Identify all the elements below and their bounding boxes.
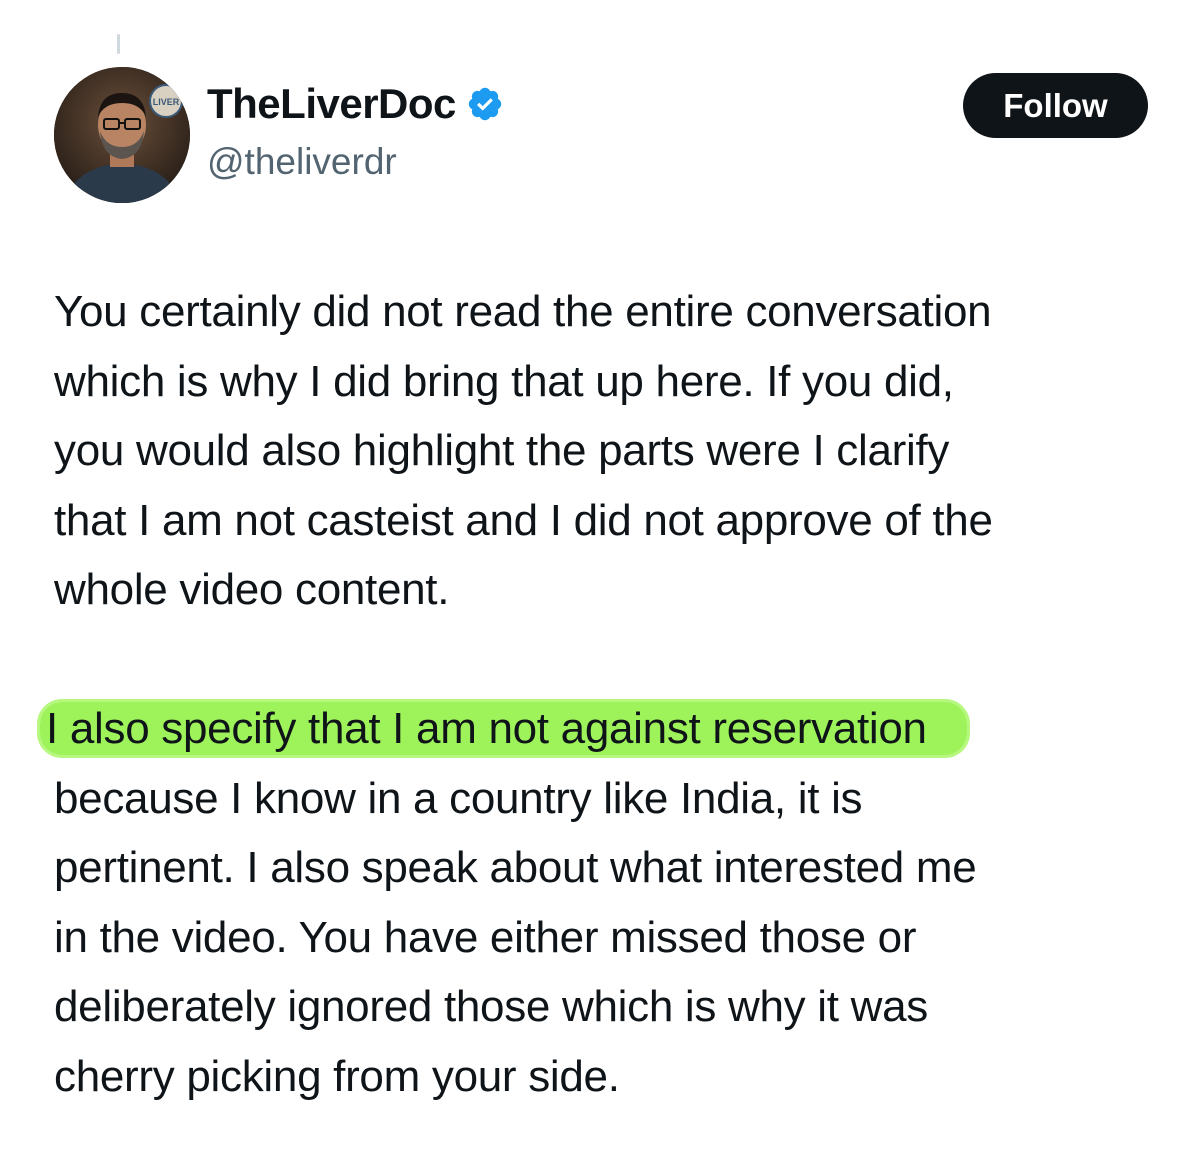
tweet-text: You certainly did not read the entire co…: [40, 277, 1184, 1111]
avatar-image: LIVER: [54, 67, 190, 203]
author-handle[interactable]: @theliverdr: [207, 141, 397, 183]
verified-badge-icon: [466, 85, 504, 123]
avatar-badge-text: LIVER: [153, 97, 180, 107]
tweet-line: you would also highlight the parts were …: [54, 426, 950, 475]
tweet-line: that I am not casteist and I did not app…: [54, 495, 993, 545]
tweet-line: You certainly did not read the entire co…: [54, 287, 992, 336]
follow-button[interactable]: Follow: [963, 73, 1148, 138]
display-name-text: TheLiverDoc: [207, 80, 456, 127]
tweet-line: which is why I did bring that up here. I…: [54, 356, 954, 406]
author-display-name[interactable]: TheLiverDoc: [207, 80, 504, 128]
tweet-paragraph-2: I also specify that I am not against res…: [40, 694, 1184, 1111]
tweet-line: cherry picking from your side.: [54, 1051, 620, 1101]
tweet-paragraph-1: You certainly did not read the entire co…: [54, 277, 1184, 625]
tweet-line: pertinent. I also speak about what inter…: [54, 843, 977, 892]
tweet-line: whole video content.: [54, 565, 450, 614]
thread-connector-line: [117, 34, 120, 54]
tweet-line: in the video. You have either missed tho…: [54, 912, 917, 962]
text-highlight: I also specify that I am not against res…: [40, 702, 967, 755]
tweet-line-highlighted: I also specify that I am not against res…: [40, 694, 1184, 764]
tweet-line: because I know in a country like India, …: [54, 773, 863, 823]
avatar[interactable]: LIVER: [54, 67, 190, 203]
tweet-line: deliberately ignored those which is why …: [54, 982, 928, 1031]
